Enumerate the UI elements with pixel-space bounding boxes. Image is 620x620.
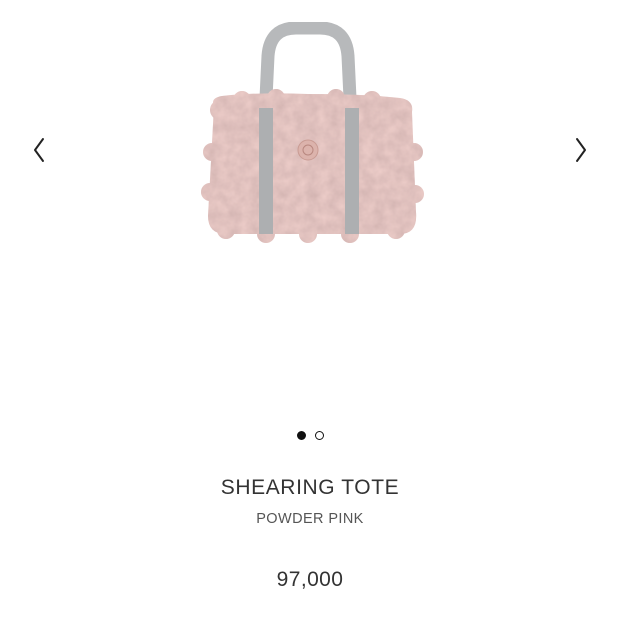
product-color: POWDER PINK: [256, 511, 364, 527]
product-title: SHEARING TOTE: [220, 476, 400, 499]
carousel-dot-1[interactable]: [296, 431, 306, 440]
previous-image-button[interactable]: [24, 130, 54, 170]
product-image-carousel[interactable]: [0, 0, 620, 400]
bag-body: [201, 89, 424, 243]
carousel-dot-2[interactable]: [314, 431, 324, 440]
chevron-left-icon: [34, 138, 44, 162]
product-image: [201, 22, 424, 243]
next-image-button[interactable]: [566, 130, 596, 170]
product-price: 97,000: [276, 568, 344, 591]
chevron-right-icon: [576, 138, 586, 162]
carousel-pagination: [0, 431, 620, 441]
